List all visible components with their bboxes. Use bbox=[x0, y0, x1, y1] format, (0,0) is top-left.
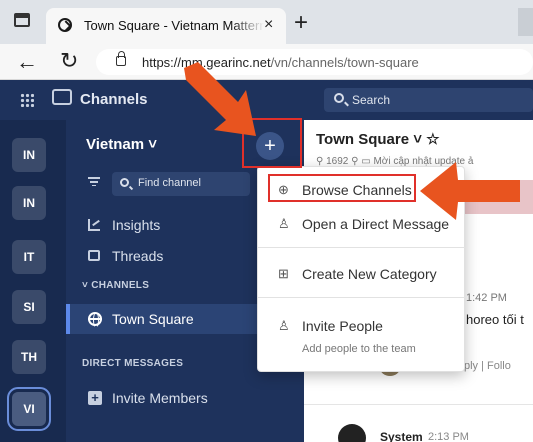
menu-item-invite-people[interactable]: ♙ Invite People bbox=[258, 311, 466, 341]
browser-tab-bar: Town Square - Vietnam Mattermost × + bbox=[0, 0, 533, 44]
direct-messages-category-header[interactable]: DIRECT MESSAGES bbox=[82, 358, 183, 369]
team-button-th[interactable]: TH bbox=[12, 340, 46, 374]
account-icon: ♙ bbox=[278, 216, 290, 231]
app-header: Channels Search bbox=[0, 80, 533, 120]
system-avatar[interactable] bbox=[338, 424, 366, 442]
folder-plus-icon: ⊞ bbox=[278, 266, 289, 281]
tab-title: Town Square - Vietnam Mattermost bbox=[84, 18, 264, 33]
sidebar-item-invite-members[interactable]: + Invite Members bbox=[66, 383, 304, 413]
message-time[interactable]: 1:42 PM bbox=[466, 292, 507, 304]
message-text: horeo tối t bbox=[466, 312, 524, 327]
team-button-in-2[interactable]: IN bbox=[12, 186, 46, 220]
team-button-vi[interactable]: VI bbox=[7, 387, 51, 431]
search-placeholder: Search bbox=[352, 93, 391, 107]
url-path: /vn/channels/town-square bbox=[270, 55, 419, 70]
reply-follow-actions[interactable]: ply | Follo bbox=[464, 360, 511, 372]
address-bar: ← ↻ https://mm.gearinc.net/vn/channels/t… bbox=[0, 44, 533, 80]
mattermost-favicon-icon bbox=[58, 18, 72, 32]
system-author[interactable]: System bbox=[380, 430, 423, 442]
channel-title[interactable]: Town Square ˅ ☆ bbox=[316, 130, 440, 148]
window-edge bbox=[518, 8, 533, 36]
new-tab-button[interactable]: + bbox=[294, 9, 308, 37]
invite-people-description: Add people to the team bbox=[302, 343, 416, 355]
sidebar-item-label: Invite Members bbox=[112, 390, 208, 406]
globe-icon bbox=[88, 312, 102, 328]
window-menu-icon[interactable] bbox=[14, 13, 30, 27]
lock-icon[interactable] bbox=[116, 51, 126, 66]
back-button[interactable]: ← bbox=[16, 49, 38, 75]
tab-close-icon[interactable]: × bbox=[264, 16, 273, 34]
browse-channels-highlight bbox=[268, 174, 416, 202]
account-plus-icon: ♙ bbox=[278, 318, 290, 333]
team-sidebar: IN IN IT SI TH VI bbox=[0, 120, 66, 442]
menu-item-label: Create New Category bbox=[302, 266, 437, 282]
find-channel-button[interactable]: Find channel bbox=[112, 172, 250, 196]
insights-icon bbox=[88, 219, 100, 231]
menu-divider bbox=[258, 297, 466, 298]
product-menu-icon[interactable] bbox=[20, 93, 34, 107]
channels-product-icon bbox=[52, 89, 72, 105]
search-icon bbox=[334, 93, 344, 103]
search-input[interactable]: Search bbox=[324, 88, 533, 112]
reload-button[interactable]: ↻ bbox=[60, 48, 78, 74]
sidebar-item-label: Insights bbox=[112, 217, 161, 233]
menu-divider bbox=[258, 247, 466, 248]
sidebar-item-label: Town Square bbox=[112, 311, 194, 327]
team-button-it[interactable]: IT bbox=[12, 240, 46, 274]
menu-item-label: Invite People bbox=[302, 318, 383, 334]
channels-category-header[interactable]: ˅ CHANNELS bbox=[82, 280, 149, 291]
plus-box-icon: + bbox=[88, 391, 102, 405]
url-field[interactable]: https://mm.gearinc.net/vn/channels/town-… bbox=[96, 49, 533, 75]
browser-tab[interactable]: Town Square - Vietnam Mattermost × bbox=[46, 8, 286, 44]
message-divider bbox=[304, 404, 533, 405]
find-channel-search-icon bbox=[120, 178, 129, 187]
menu-item-create-category[interactable]: ⊞ Create New Category bbox=[258, 259, 466, 289]
filter-icon[interactable] bbox=[88, 177, 100, 186]
arrow-left-icon bbox=[420, 162, 520, 220]
arrow-down-right-icon bbox=[184, 62, 256, 136]
threads-icon bbox=[88, 250, 100, 261]
sidebar-item-label: Threads bbox=[112, 248, 164, 264]
team-button-in-1[interactable]: IN bbox=[12, 138, 46, 172]
find-channel-label: Find channel bbox=[138, 177, 201, 189]
product-title[interactable]: Channels bbox=[80, 91, 148, 108]
system-message-time[interactable]: 2:13 PM bbox=[428, 431, 469, 442]
team-button-si[interactable]: SI bbox=[12, 290, 46, 324]
team-name-menu[interactable]: Vietnam ˅ bbox=[86, 136, 157, 153]
